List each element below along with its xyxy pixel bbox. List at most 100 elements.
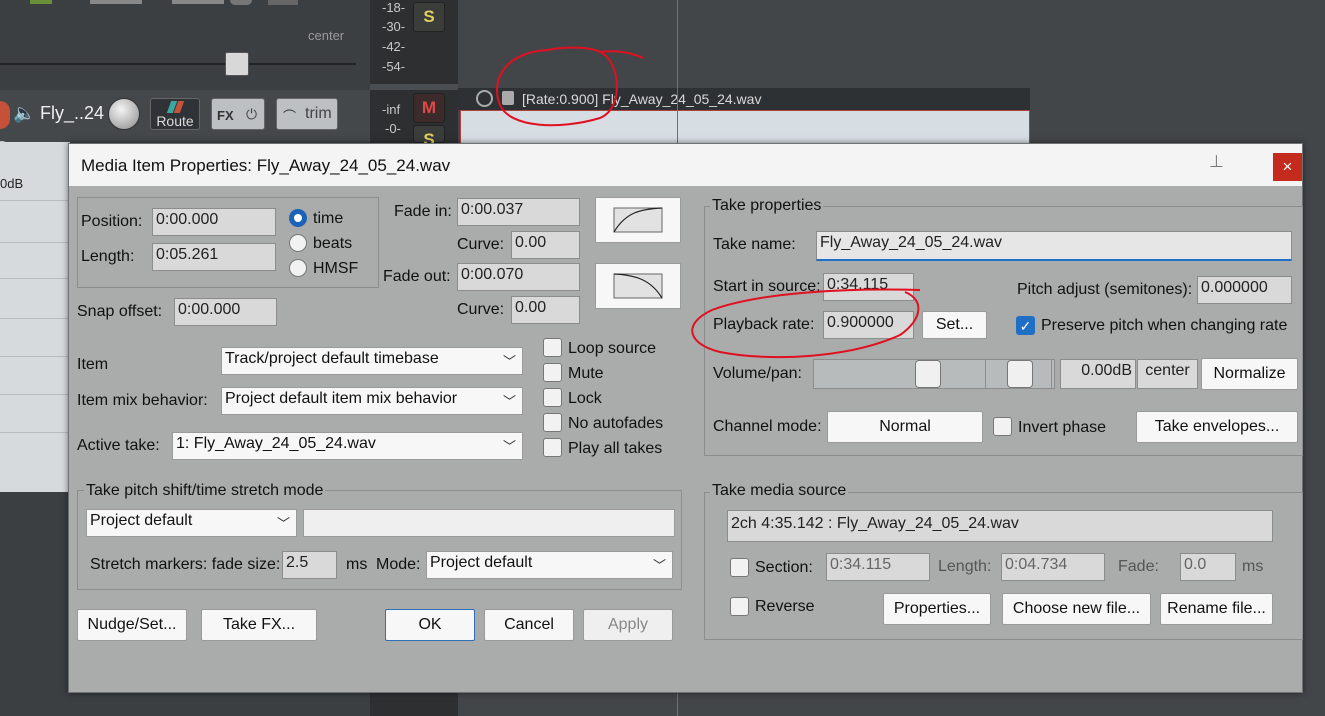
route-button[interactable]: Route [150, 98, 200, 130]
timebase-hmsf-label[interactable]: HMSF [313, 260, 358, 278]
pitch-adjust-field[interactable]: 0.000000 [1197, 276, 1292, 304]
volume-knob[interactable] [108, 98, 140, 130]
item-power-icon[interactable] [476, 90, 493, 107]
invert-phase-label[interactable]: Invert phase [1018, 419, 1106, 437]
power-icon[interactable]: ⏻ [246, 106, 257, 123]
solo-button-2[interactable]: S [413, 125, 445, 149]
section-checkbox[interactable] [730, 558, 749, 577]
pitch-submode-select[interactable] [303, 509, 675, 537]
timebase-beats-radio[interactable] [289, 234, 307, 252]
envelope-icon: ⌒ [283, 109, 297, 124]
record-arm-icon[interactable] [0, 101, 10, 129]
take-envelopes-button[interactable]: Take envelopes... [1136, 411, 1298, 443]
section-fade-field[interactable]: 0.0 [1180, 553, 1236, 581]
pan-slider-thumb[interactable] [1007, 360, 1033, 388]
item-mix-select[interactable]: Project default item mix behavior ﹀ [221, 387, 523, 415]
trim-button[interactable]: ⌒ trim [276, 98, 338, 130]
title-bar[interactable]: Media Item Properties: Fly_Away_24_05_24… [69, 144, 1302, 186]
position-field[interactable]: 0:00.000 [152, 208, 276, 236]
ok-button[interactable]: OK [385, 609, 475, 641]
fade-out-curve-field[interactable]: 0.00 [511, 296, 580, 324]
fade-in-shape-button[interactable] [595, 197, 681, 243]
lock-icon[interactable] [502, 91, 514, 105]
pitch-mode-select[interactable]: Project default ﹀ [86, 509, 297, 537]
length-label: Length: [81, 248, 135, 265]
play-all-takes-checkbox[interactable] [543, 438, 562, 457]
mute-label[interactable]: Mute [568, 365, 604, 383]
fade-out-curve-icon [613, 273, 663, 299]
no-autofades-label[interactable]: No autofades [568, 415, 663, 433]
no-autofades-checkbox[interactable] [543, 413, 562, 432]
cancel-button[interactable]: Cancel [484, 609, 574, 641]
fade-out-field[interactable]: 0:00.070 [457, 263, 580, 291]
close-button[interactable]: × [1273, 153, 1302, 181]
media-item-header[interactable]: [Rate:0.900] Fly_Away_24_05_24.wav [458, 88, 1030, 110]
invert-phase-checkbox[interactable] [993, 417, 1012, 436]
volume-readout[interactable]: 0.00dB [1060, 359, 1136, 389]
take-name-field[interactable]: Fly_Away_24_05_24.wav [816, 231, 1292, 261]
fade-in-field[interactable]: 0:00.037 [457, 198, 580, 226]
lock-checkbox[interactable] [543, 388, 562, 407]
track-header[interactable]: 🔈 Fly_..24 Route FX ⏻ ⌒ trim [0, 90, 370, 142]
rename-file-button[interactable]: Rename file... [1160, 593, 1273, 625]
nudge-set-button[interactable]: Nudge/Set... [77, 609, 187, 641]
top-button[interactable] [268, 0, 298, 5]
snap-offset-field[interactable]: 0:00.000 [174, 298, 277, 326]
stretch-mode-select[interactable]: Project default ﹀ [426, 551, 673, 579]
timebase-time-radio[interactable] [289, 209, 307, 227]
properties-button[interactable]: Properties... [883, 593, 991, 625]
channel-mode-button[interactable]: Normal [827, 411, 983, 443]
choose-new-file-button[interactable]: Choose new file... [1002, 593, 1151, 625]
fx-button[interactable]: FX ⏻ [211, 98, 265, 130]
pin-icon[interactable]: ⊥ [1209, 152, 1224, 172]
track-name[interactable]: Fly_..24 [40, 103, 104, 124]
position-label: Position: [81, 213, 143, 230]
section-label[interactable]: Section: [755, 559, 813, 577]
pan-slider-track[interactable] [0, 63, 356, 65]
length-field[interactable]: 0:05.261 [152, 243, 276, 271]
timebase-hmsf-radio[interactable] [289, 259, 307, 277]
track-panel-lower: 0dB [0, 142, 70, 492]
top-button[interactable] [90, 0, 142, 4]
lock-label[interactable]: Lock [568, 390, 602, 408]
fade-in-label: Fade in: [394, 203, 452, 220]
timebase-beats-label[interactable]: beats [313, 235, 352, 253]
loop-source-checkbox[interactable] [543, 338, 562, 357]
speaker-icon[interactable]: 🔈 [13, 103, 35, 124]
apply-button[interactable]: Apply [583, 609, 673, 641]
play-all-takes-label[interactable]: Play all takes [568, 440, 662, 458]
take-fx-button[interactable]: Take FX... [201, 609, 317, 641]
item-timebase-select[interactable]: Track/project default timebase ﹀ [221, 347, 523, 375]
mute-button[interactable]: M [413, 93, 445, 123]
chevron-down-icon: ﹀ [276, 516, 290, 531]
section-start-field[interactable]: 0:34.115 [826, 553, 930, 581]
set-rate-button[interactable]: Set... [922, 311, 987, 339]
top-button[interactable] [172, 0, 224, 4]
color-swatch [30, 0, 52, 4]
start-in-source-field[interactable]: 0:34.115 [823, 273, 914, 301]
pitch-shift-group-label: Take pitch shift/time stretch mode [84, 482, 326, 500]
playback-rate-field[interactable]: 0.900000 [823, 311, 914, 339]
source-info-field: 2ch 4:35.142 : Fly_Away_24_05_24.wav [727, 510, 1273, 542]
fade-in-curve-field[interactable]: 0.00 [511, 231, 580, 259]
active-take-select[interactable]: 1: Fly_Away_24_05_24.wav ﹀ [172, 432, 523, 460]
start-in-source-label: Start in source: [713, 278, 821, 295]
fade-out-shape-button[interactable] [595, 263, 681, 309]
knob[interactable] [230, 0, 252, 5]
pan-slider-thumb[interactable] [225, 52, 249, 76]
preserve-pitch-checkbox[interactable]: ✓ [1016, 316, 1035, 335]
section-length-field[interactable]: 0:04.734 [1001, 553, 1105, 581]
solo-button[interactable]: S [413, 2, 445, 32]
reverse-checkbox[interactable] [730, 597, 749, 616]
divider [0, 432, 70, 433]
preserve-pitch-label[interactable]: Preserve pitch when changing rate [1041, 317, 1287, 335]
pan-readout[interactable]: center [1137, 359, 1198, 389]
normalize-button[interactable]: Normalize [1201, 358, 1298, 390]
loop-source-label[interactable]: Loop source [568, 340, 656, 358]
reverse-label[interactable]: Reverse [755, 598, 815, 616]
volume-slider-thumb[interactable] [915, 360, 941, 388]
item-mix-value: Project default item mix behavior [225, 390, 458, 407]
mute-checkbox[interactable] [543, 363, 562, 382]
stretch-fade-field[interactable]: 2.5 [282, 551, 337, 579]
timebase-time-label[interactable]: time [313, 210, 343, 228]
